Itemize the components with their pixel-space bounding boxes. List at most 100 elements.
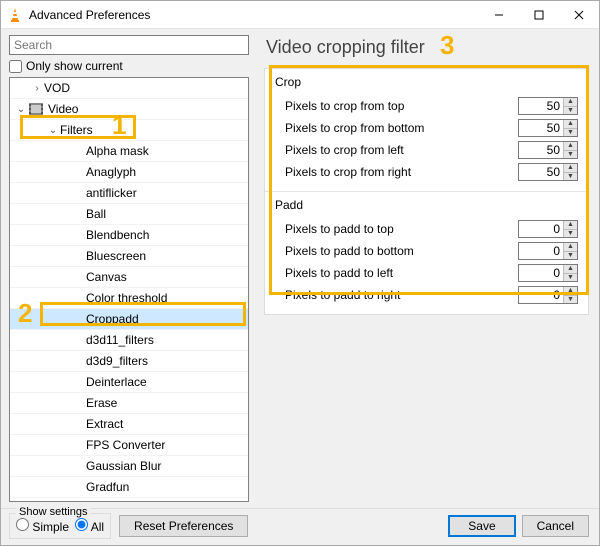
tree-item-anaglyph[interactable]: Anaglyph <box>10 162 248 183</box>
spinbox-value[interactable]: 0 <box>519 265 563 281</box>
field-label: Pixels to crop from left <box>275 143 518 157</box>
spin-down-icon[interactable]: ▼ <box>564 274 577 282</box>
spin-up-icon[interactable]: ▲ <box>564 221 577 230</box>
tree-node-label: Alpha mask <box>86 144 149 158</box>
field-label: Pixels to crop from bottom <box>275 121 518 135</box>
field-label: Pixels to padd to bottom <box>275 244 518 258</box>
spin-up-icon[interactable]: ▲ <box>564 120 577 129</box>
group-padd: PaddPixels to padd to top0▲▼Pixels to pa… <box>265 191 588 314</box>
spin-down-icon[interactable]: ▼ <box>564 129 577 137</box>
tree-node-icon <box>28 102 44 116</box>
tree-item-gaussian-blur[interactable]: Gaussian Blur <box>10 456 248 477</box>
tree-node-label: d3d11_filters <box>86 333 154 347</box>
tree-node-label: antiflicker <box>86 186 137 200</box>
search-input[interactable] <box>9 35 249 55</box>
tree-item-alpha-mask[interactable]: Alpha mask <box>10 141 248 162</box>
spin-up-icon[interactable]: ▲ <box>564 98 577 107</box>
spin-up-icon[interactable]: ▲ <box>564 265 577 274</box>
tree-item-d3d11-filters[interactable]: d3d11_filters <box>10 330 248 351</box>
tree-item-video[interactable]: ⌄Video <box>10 99 248 120</box>
save-button[interactable]: Save <box>448 515 515 537</box>
tree-node-label: Deinterlace <box>86 375 147 389</box>
tree-node-label: Filters <box>60 123 93 137</box>
spin-down-icon[interactable]: ▼ <box>564 151 577 159</box>
reset-preferences-button[interactable]: Reset Preferences <box>119 515 248 537</box>
cancel-button[interactable]: Cancel <box>522 515 589 537</box>
spin-down-icon[interactable]: ▼ <box>564 230 577 238</box>
close-button[interactable] <box>559 1 599 29</box>
spinbox-value[interactable]: 0 <box>519 287 563 303</box>
tree-node-label: VOD <box>44 81 70 95</box>
spinbox-value[interactable]: 50 <box>519 98 563 114</box>
spin-up-icon[interactable]: ▲ <box>564 287 577 296</box>
spinbox[interactable]: 0▲▼ <box>518 264 578 282</box>
tree-node-label: Gaussian Blur <box>86 459 161 473</box>
tree-item-deinterlace[interactable]: Deinterlace <box>10 372 248 393</box>
window-title: Advanced Preferences <box>29 8 479 22</box>
only-show-current-checkbox[interactable] <box>9 60 22 73</box>
tree-node-label: Canvas <box>86 270 127 284</box>
field-label: Pixels to padd to right <box>275 288 518 302</box>
all-radio[interactable] <box>75 518 88 531</box>
tree-item-gradfun[interactable]: Gradfun <box>10 477 248 498</box>
tree-item-vod[interactable]: ›VOD <box>10 78 248 99</box>
preferences-tree[interactable]: ›VOD⌄Video⌄FiltersAlpha maskAnaglyphanti… <box>9 77 249 502</box>
field-row: Pixels to crop from right50▲▼ <box>275 161 578 183</box>
tree-item-blendbench[interactable]: Blendbench <box>10 225 248 246</box>
spin-up-icon[interactable]: ▲ <box>564 243 577 252</box>
tree-node-label: Ball <box>86 207 106 221</box>
spinbox-value[interactable]: 50 <box>519 164 563 180</box>
minimize-button[interactable] <box>479 1 519 29</box>
spinbox[interactable]: 0▲▼ <box>518 286 578 304</box>
spin-down-icon[interactable]: ▼ <box>564 252 577 260</box>
tree-item-d3d9-filters[interactable]: d3d9_filters <box>10 351 248 372</box>
tree-item-filters[interactable]: ⌄Filters <box>10 120 248 141</box>
spinbox[interactable]: 50▲▼ <box>518 97 578 115</box>
field-row: Pixels to crop from top50▲▼ <box>275 95 578 117</box>
spinbox-value[interactable]: 50 <box>519 142 563 158</box>
tree-item-gradient[interactable]: Gradient <box>10 498 248 502</box>
show-settings-label: Show settings <box>16 506 90 518</box>
simple-radio-row[interactable]: Simple <box>16 518 69 534</box>
spinbox[interactable]: 50▲▼ <box>518 141 578 159</box>
tree-item-bluescreen[interactable]: Bluescreen <box>10 246 248 267</box>
spin-down-icon[interactable]: ▼ <box>564 173 577 181</box>
spinbox[interactable]: 0▲▼ <box>518 220 578 238</box>
tree-item-ball[interactable]: Ball <box>10 204 248 225</box>
spin-down-icon[interactable]: ▼ <box>564 296 577 304</box>
tree-item-croppadd[interactable]: Croppadd <box>10 309 248 330</box>
tree-pane: Only show current ›VOD⌄Video⌄FiltersAlph… <box>1 29 256 508</box>
spinbox-value[interactable]: 0 <box>519 221 563 237</box>
tree-node-label: Blendbench <box>86 228 149 242</box>
all-radio-row[interactable]: All <box>75 518 104 534</box>
spinbox-value[interactable]: 50 <box>519 120 563 136</box>
spinbox[interactable]: 50▲▼ <box>518 119 578 137</box>
titlebar: Advanced Preferences <box>1 1 599 29</box>
spinbox[interactable]: 0▲▼ <box>518 242 578 260</box>
tree-item-antiflicker[interactable]: antiflicker <box>10 183 248 204</box>
maximize-button[interactable] <box>519 1 559 29</box>
tree-item-color-threshold[interactable]: Color threshold <box>10 288 248 309</box>
only-show-current-label: Only show current <box>26 59 123 73</box>
only-show-current-row[interactable]: Only show current <box>9 59 256 73</box>
spinbox[interactable]: 50▲▼ <box>518 163 578 181</box>
simple-radio[interactable] <box>16 518 29 531</box>
preferences-window: Advanced Preferences Only show current ›… <box>0 0 600 546</box>
spinbox-value[interactable]: 0 <box>519 243 563 259</box>
settings-panel: Video cropping filter CropPixels to crop… <box>256 29 599 508</box>
tree-item-erase[interactable]: Erase <box>10 393 248 414</box>
tree-node-label: Color threshold <box>86 291 167 305</box>
tree-item-extract[interactable]: Extract <box>10 414 248 435</box>
field-row: Pixels to padd to bottom0▲▼ <box>275 240 578 262</box>
spin-up-icon[interactable]: ▲ <box>564 142 577 151</box>
settings-groups: CropPixels to crop from top50▲▼Pixels to… <box>264 68 589 315</box>
show-settings-group: Show settings Simple All <box>9 513 111 539</box>
tree-item-canvas[interactable]: Canvas <box>10 267 248 288</box>
tree-item-fps-converter[interactable]: FPS Converter <box>10 435 248 456</box>
spin-down-icon[interactable]: ▼ <box>564 107 577 115</box>
expand-arrow-icon: › <box>30 83 44 94</box>
panel-title: Video cropping filter <box>266 37 589 58</box>
spin-up-icon[interactable]: ▲ <box>564 164 577 173</box>
field-row: Pixels to padd to top0▲▼ <box>275 218 578 240</box>
tree-node-label: d3d9_filters <box>86 354 148 368</box>
